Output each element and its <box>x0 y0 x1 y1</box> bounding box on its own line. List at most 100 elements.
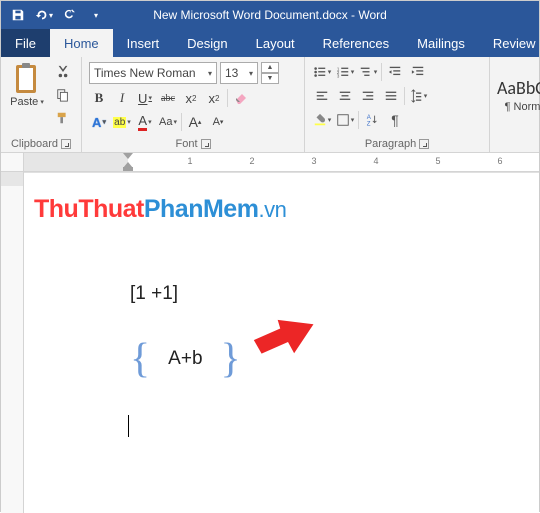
multilevel-icon <box>359 65 373 79</box>
group-font: Times New Roman ▾ 13 ▾ ▲ ▼ B I U▾ abc x2… <box>82 57 305 152</box>
align-center-button[interactable] <box>335 86 355 106</box>
document-content[interactable]: [1 +1] { A+b } <box>130 283 241 383</box>
underline-button[interactable]: U▾ <box>135 88 155 108</box>
numbering-icon: 123 <box>336 65 350 79</box>
tab-mailings[interactable]: Mailings <box>403 29 479 57</box>
watermark-part2: PhanMem <box>144 195 259 223</box>
redo-button[interactable] <box>59 4 81 26</box>
tab-file[interactable]: File <box>1 29 50 57</box>
line-spacing-button[interactable]: ▾ <box>408 86 428 106</box>
group-styles: AaBbCcl ¶ Normal <box>490 57 540 152</box>
bold-button[interactable]: B <box>89 88 109 108</box>
vertical-ruler[interactable] <box>1 172 24 513</box>
style-normal[interactable]: AaBbCcl ¶ Normal <box>497 62 540 128</box>
subscript-button[interactable]: x2 <box>181 88 201 108</box>
increase-indent-button[interactable] <box>408 62 428 82</box>
font-dialog-launcher[interactable] <box>201 139 211 149</box>
group-clipboard: Paste▾ Clipboard <box>1 57 82 152</box>
align-left-button[interactable] <box>312 86 332 106</box>
clear-formatting-button[interactable] <box>231 88 251 108</box>
multilevel-list-button[interactable]: ▾ <box>358 62 378 82</box>
ruler-mark: 5 <box>435 156 440 166</box>
undo-icon <box>35 8 49 22</box>
bullets-button[interactable]: ▾ <box>312 62 332 82</box>
brace-content[interactable]: A+b <box>150 348 220 370</box>
copy-button[interactable] <box>52 85 74 105</box>
ruler-mark: 2 <box>249 156 254 166</box>
tab-design[interactable]: Design <box>173 29 241 57</box>
bullets-icon <box>313 65 327 79</box>
shrink-font-button[interactable]: ▼ <box>261 73 279 84</box>
qat-customize-button[interactable]: ▾ <box>85 4 107 26</box>
grow-font-button-2[interactable]: A▴ <box>185 112 205 132</box>
sort-button[interactable]: AZ <box>362 110 382 130</box>
chevron-down-icon: ▾ <box>94 11 98 20</box>
style-name: ¶ Normal <box>505 101 540 113</box>
ruler-row: 1 2 3 4 5 6 <box>1 153 539 172</box>
line-spacing-icon <box>409 89 423 103</box>
undo-button[interactable]: ▾ <box>33 4 55 26</box>
font-size-combo[interactable]: 13 ▾ <box>220 62 258 84</box>
text-effects-button[interactable]: A▾ <box>89 112 109 132</box>
tab-home[interactable]: Home <box>50 29 113 57</box>
left-brace-icon: { <box>130 338 150 380</box>
align-left-icon <box>315 89 329 103</box>
grow-font-button[interactable]: ▲ <box>261 62 279 73</box>
font-name-combo[interactable]: Times New Roman ▾ <box>89 62 217 84</box>
ribbon-tabs: File Home Insert Design Layout Reference… <box>1 29 539 57</box>
decrease-indent-icon <box>388 65 402 79</box>
shading-button[interactable]: ▾ <box>312 110 332 130</box>
horizontal-ruler[interactable]: 1 2 3 4 5 6 <box>24 153 539 171</box>
numbering-button[interactable]: 123▾ <box>335 62 355 82</box>
font-color-button[interactable]: A▾ <box>135 112 155 132</box>
text-line-1[interactable]: [1 +1] <box>130 283 241 305</box>
cut-icon <box>56 65 70 79</box>
document-page[interactable]: ThuThuatPhanMem.vn [1 +1] { A+b } <box>24 172 539 513</box>
copy-icon <box>56 88 70 102</box>
tab-references[interactable]: References <box>309 29 403 57</box>
ruler-mark: 1 <box>187 156 192 166</box>
right-brace-icon: } <box>221 338 241 380</box>
italic-button[interactable]: I <box>112 88 132 108</box>
first-line-indent-marker[interactable] <box>123 153 133 159</box>
format-painter-button[interactable] <box>52 108 74 128</box>
shrink-font-button-2[interactable]: A▾ <box>208 112 228 132</box>
font-size-value: 13 <box>225 66 238 80</box>
document-area: ThuThuatPhanMem.vn [1 +1] { A+b } <box>1 172 539 513</box>
hanging-indent-marker[interactable] <box>123 162 133 171</box>
watermark-part1: ThuThuat <box>34 195 144 223</box>
paragraph-dialog-launcher[interactable] <box>419 139 429 149</box>
chevron-down-icon[interactable]: ▾ <box>249 69 253 78</box>
tab-review[interactable]: Review <box>479 29 540 57</box>
title-bar: ▾ ▾ New Microsoft Word Document.docx - W… <box>1 1 539 29</box>
pilcrow-icon: ¶ <box>391 112 399 128</box>
borders-button[interactable]: ▾ <box>335 110 355 130</box>
justify-icon <box>384 89 398 103</box>
text-cursor <box>128 415 129 437</box>
tab-insert[interactable]: Insert <box>113 29 174 57</box>
clipboard-dialog-launcher[interactable] <box>61 139 71 149</box>
strikethrough-button[interactable]: abc <box>158 88 178 108</box>
align-right-button[interactable] <box>358 86 378 106</box>
align-right-icon <box>361 89 375 103</box>
watermark-part3: .vn <box>258 197 286 222</box>
save-icon <box>11 8 25 22</box>
superscript-button[interactable]: x2 <box>204 88 224 108</box>
format-painter-icon <box>56 111 70 125</box>
svg-text:Z: Z <box>367 120 371 127</box>
tab-layout[interactable]: Layout <box>242 29 309 57</box>
save-button[interactable] <box>7 4 29 26</box>
window-title: New Microsoft Word Document.docx - Word <box>153 8 387 22</box>
justify-button[interactable] <box>381 86 401 106</box>
highlight-button[interactable]: ab▾ <box>112 112 132 132</box>
font-name-value: Times New Roman <box>94 66 196 80</box>
ruler-mark: 4 <box>373 156 378 166</box>
show-marks-button[interactable]: ¶ <box>385 110 405 130</box>
brace-expression[interactable]: { A+b } <box>130 335 241 383</box>
eraser-icon <box>233 90 249 106</box>
paste-button[interactable]: Paste▾ <box>8 62 46 108</box>
change-case-button[interactable]: Aa▾ <box>158 112 178 132</box>
chevron-down-icon[interactable]: ▾ <box>208 69 212 78</box>
cut-button[interactable] <box>52 62 74 82</box>
decrease-indent-button[interactable] <box>385 62 405 82</box>
